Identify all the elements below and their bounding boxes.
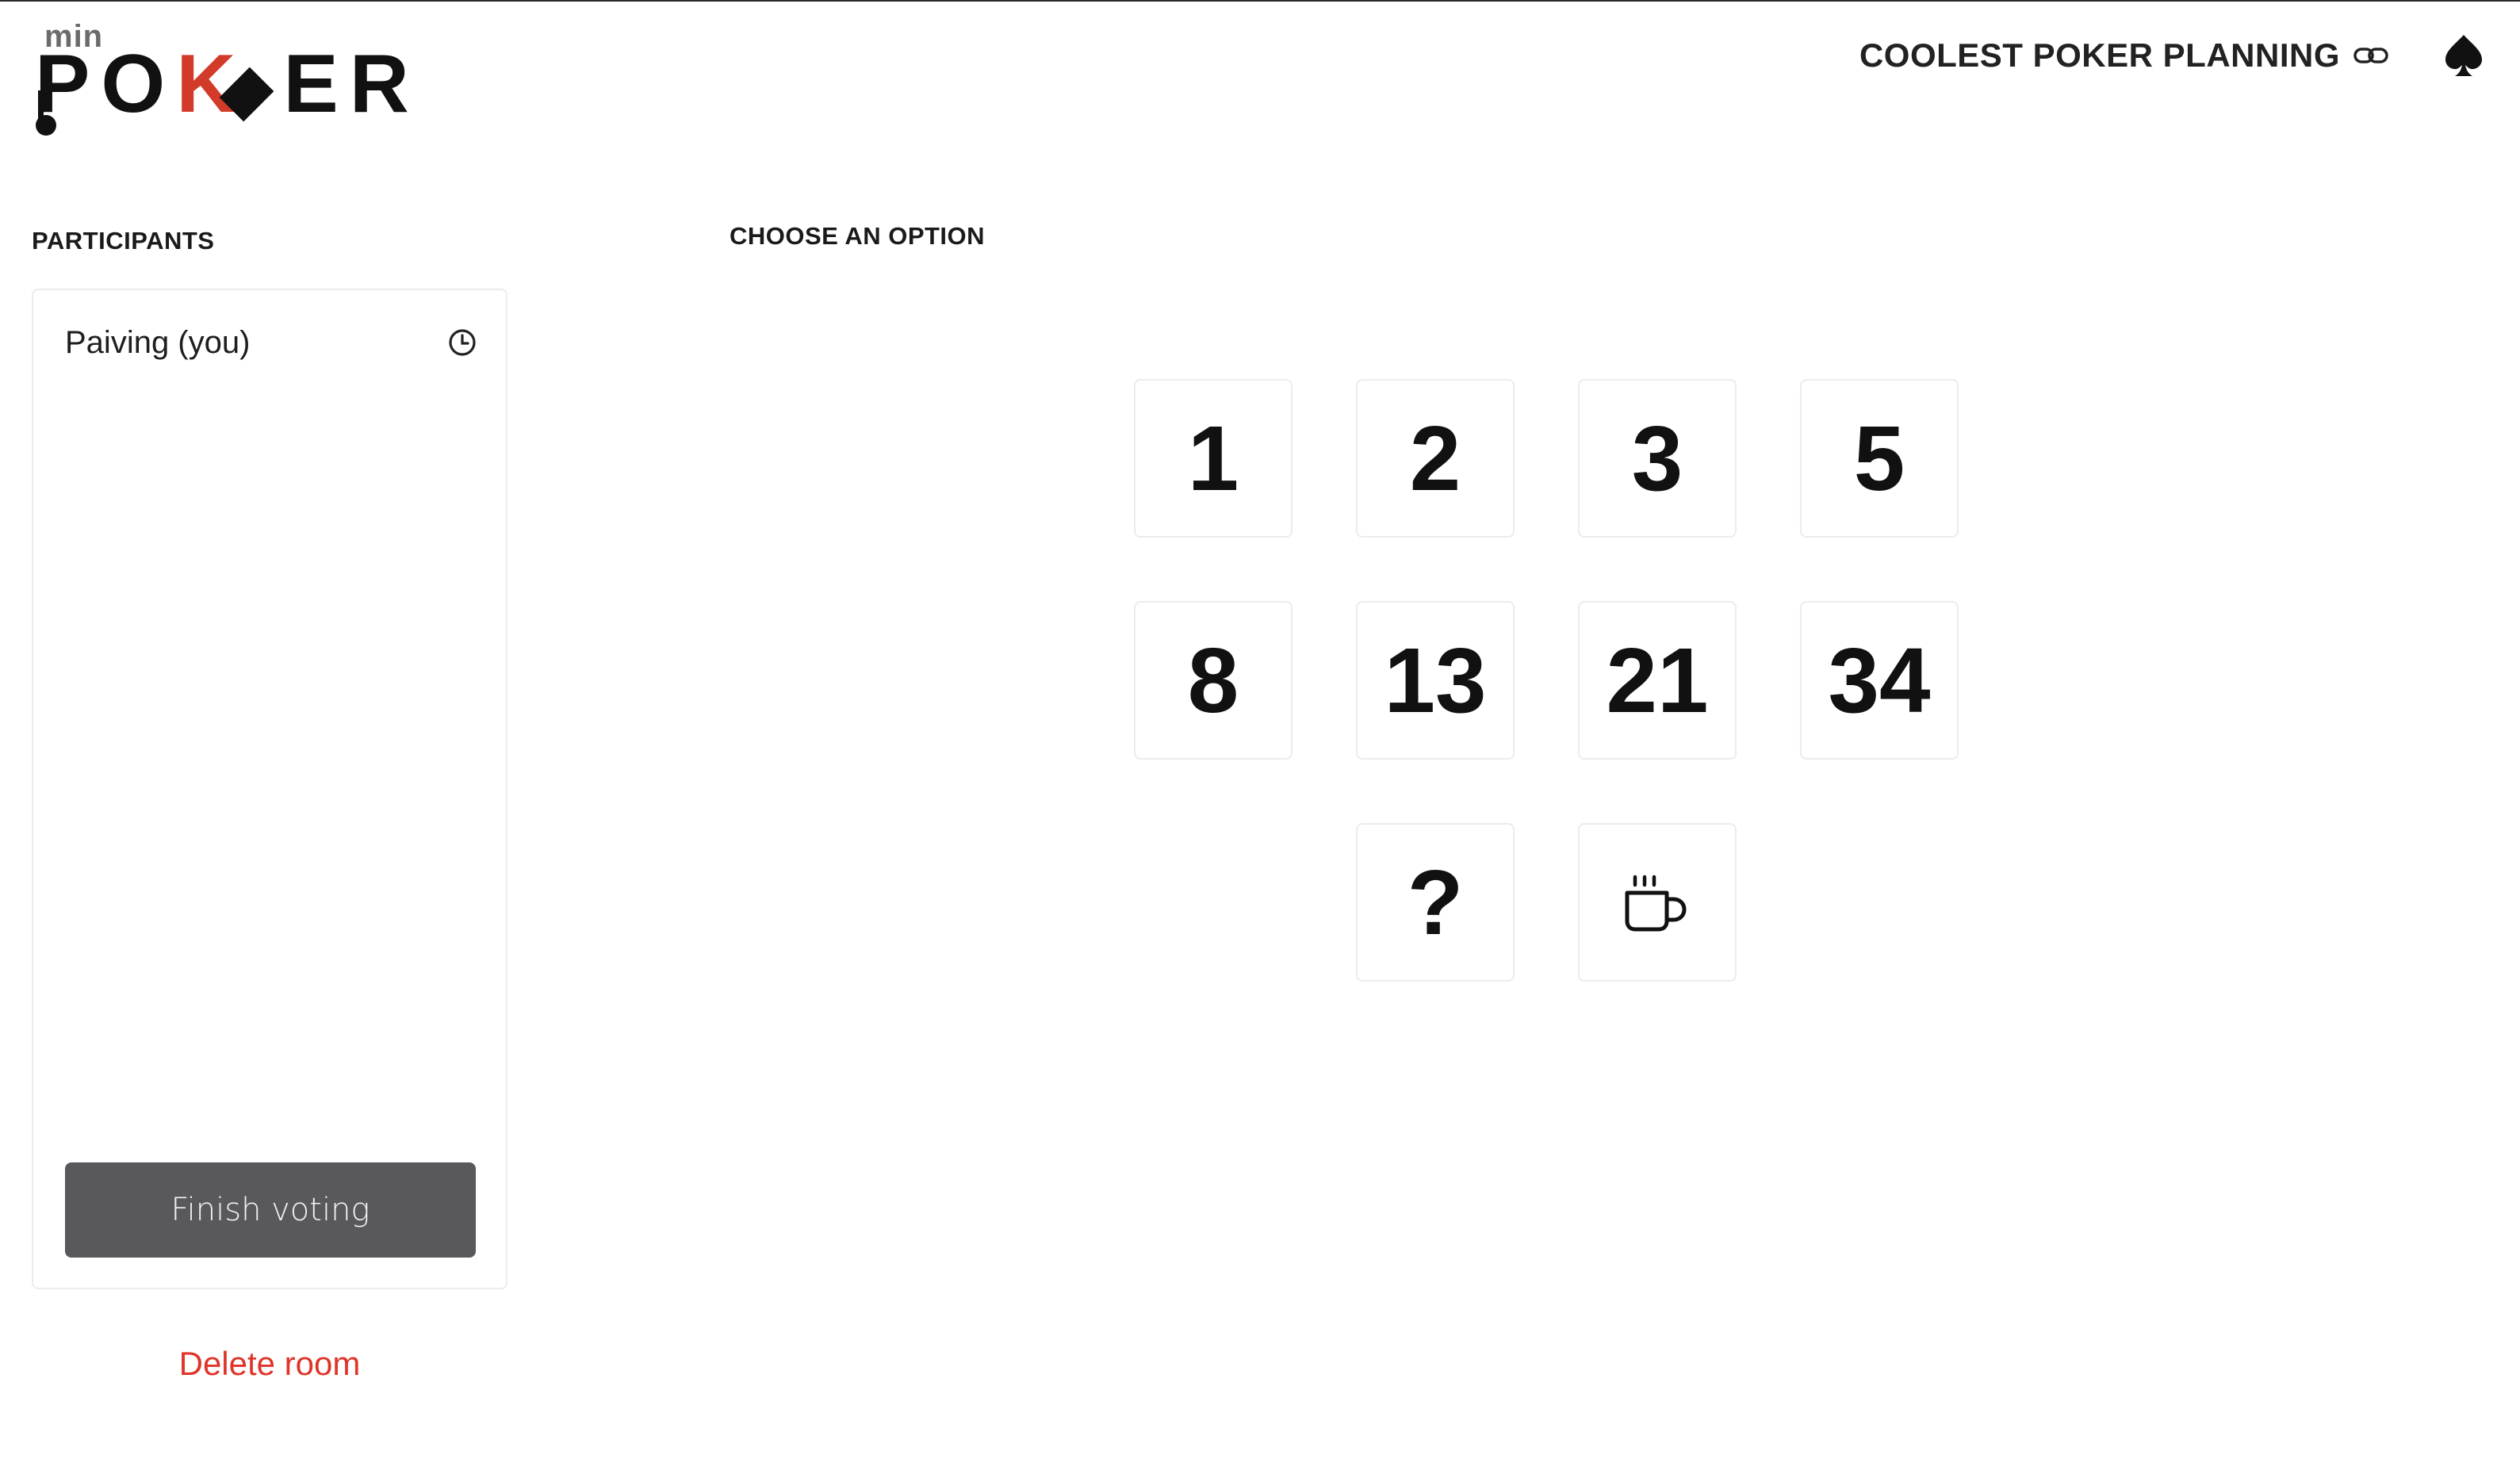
participant-row: Paiving (you) — [65, 320, 477, 365]
logo[interactable]: min POK ER — [35, 19, 409, 136]
participant-name: Paiving (you) — [65, 324, 251, 360]
room-title-link[interactable]: COOLEST POKER PLANNING — [1859, 36, 2389, 75]
clock-icon — [449, 329, 476, 356]
option-card-3[interactable]: 3 — [1578, 379, 1737, 538]
finish-voting-button[interactable]: Finish voting — [65, 1162, 476, 1258]
option-card-label: 34 — [1828, 629, 1931, 732]
option-card-label: 2 — [1409, 407, 1461, 510]
option-card-8[interactable]: 8 — [1134, 601, 1293, 760]
logo-word-part2: ER — [283, 38, 420, 130]
option-card-5[interactable]: 5 — [1800, 379, 1959, 538]
option-card-34[interactable]: 34 — [1800, 601, 1959, 760]
option-card-label: 8 — [1187, 629, 1239, 732]
option-card-label: 5 — [1853, 407, 1905, 510]
room-title: COOLEST POKER PLANNING — [1859, 36, 2340, 74]
option-card-2[interactable]: 2 — [1356, 379, 1515, 538]
spade-icon[interactable] — [2444, 33, 2484, 78]
option-card-question[interactable]: ? — [1356, 823, 1515, 982]
option-card-label: 13 — [1384, 629, 1487, 732]
option-card-21[interactable]: 21 — [1578, 601, 1737, 760]
option-card-label: 21 — [1606, 629, 1709, 732]
option-card-label: 3 — [1631, 407, 1683, 510]
participants-heading: PARTICIPANTS — [32, 227, 215, 255]
app-page: min POK ER COOLEST POKER PLANNING PARTICI… — [0, 0, 2520, 1478]
option-card-1[interactable]: 1 — [1134, 379, 1293, 538]
participants-panel: Paiving (you) Finish voting — [32, 289, 507, 1289]
option-card-13[interactable]: 13 — [1356, 601, 1515, 760]
delete-room-link[interactable]: Delete room — [32, 1345, 507, 1383]
coffee-icon — [1625, 875, 1687, 932]
option-card-label: ? — [1407, 851, 1464, 954]
option-card-coffee[interactable] — [1578, 823, 1737, 982]
option-card-label: 1 — [1187, 407, 1239, 510]
logo-wordmark: POK ER — [35, 43, 420, 125]
options-heading: CHOOSE AN OPTION — [730, 222, 986, 250]
club-icon — [36, 90, 56, 136]
link-icon[interactable] — [2353, 44, 2389, 67]
